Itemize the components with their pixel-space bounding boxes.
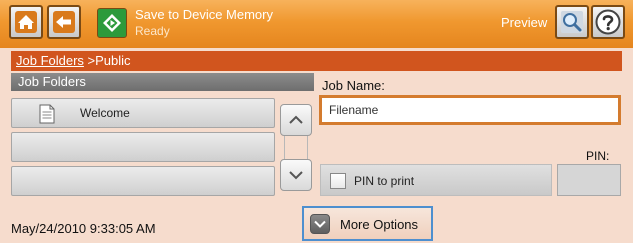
- chevron-down-icon: [289, 171, 303, 180]
- folder-list-item[interactable]: Welcome: [11, 98, 275, 128]
- home-button[interactable]: [9, 5, 43, 39]
- more-options-label: More Options: [340, 217, 419, 232]
- breadcrumb: Job Folders >Public: [11, 51, 622, 71]
- help-button[interactable]: [591, 5, 625, 39]
- scroll-up-button[interactable]: [280, 104, 312, 136]
- help-icon: [595, 9, 621, 35]
- preview-label: Preview: [501, 15, 548, 30]
- pin-to-print-checkbox-row[interactable]: PIN to print: [320, 164, 552, 196]
- folder-list-item[interactable]: [11, 132, 275, 162]
- scroll-down-button[interactable]: [280, 159, 312, 191]
- breadcrumb-current: Public: [95, 53, 131, 68]
- folder-list-header: Job Folders: [11, 73, 314, 91]
- job-status: Ready: [135, 24, 170, 38]
- start-icon: [103, 14, 121, 32]
- pin-to-print-checkbox[interactable]: [330, 173, 346, 189]
- preview-button[interactable]: [555, 5, 589, 39]
- home-icon: [15, 11, 37, 33]
- scroll-track[interactable]: [284, 136, 308, 159]
- breadcrumb-separator: >: [83, 53, 96, 68]
- more-options-button[interactable]: More Options: [302, 206, 433, 241]
- folder-list-item[interactable]: [11, 166, 275, 196]
- title-bar: Save to Device Memory Ready Preview: [0, 0, 633, 48]
- pin-label: PIN:: [586, 149, 610, 163]
- breadcrumb-link-job-folders[interactable]: Job Folders: [16, 53, 84, 68]
- pin-to-print-label: PIN to print: [354, 174, 415, 188]
- job-name-input[interactable]: Filename: [319, 95, 621, 125]
- timestamp: May/24/2010 9:33:05 AM: [11, 221, 156, 236]
- chevron-down-icon: [310, 214, 330, 234]
- document-icon: [39, 104, 55, 124]
- back-arrow-icon: [53, 11, 75, 33]
- job-name-label: Job Name:: [322, 78, 385, 93]
- job-title: Save to Device Memory: [135, 7, 273, 22]
- pin-input[interactable]: [557, 164, 621, 196]
- magnifier-icon: [561, 11, 583, 33]
- chevron-up-icon: [289, 115, 303, 124]
- folder-list-item-label: Welcome: [80, 106, 130, 120]
- start-button[interactable]: [97, 8, 127, 38]
- back-button[interactable]: [47, 5, 81, 39]
